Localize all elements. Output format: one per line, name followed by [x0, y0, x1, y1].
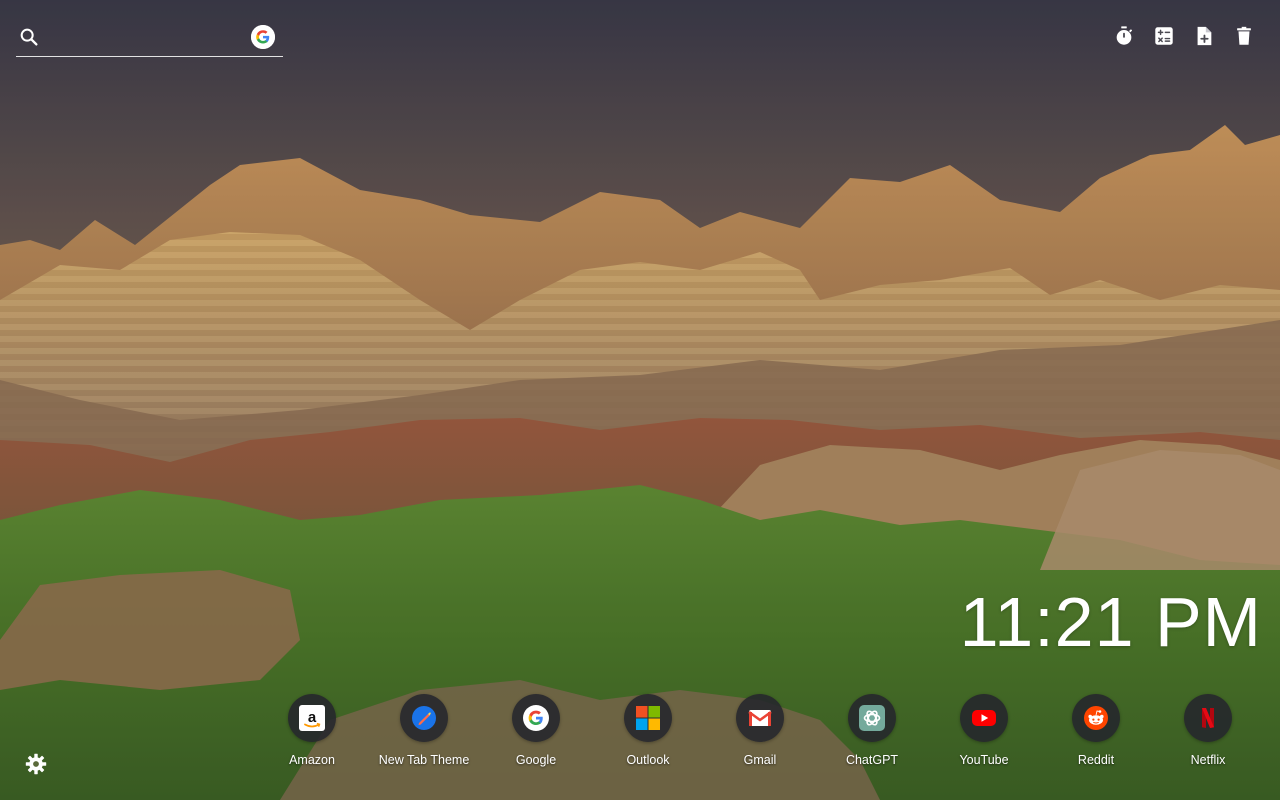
- clock: 11:21 PM: [959, 583, 1262, 661]
- shortcut-label: Google: [515, 753, 557, 767]
- new-tab-theme-icon: [400, 694, 448, 742]
- stopwatch-icon: [1116, 26, 1133, 45]
- google-icon[interactable]: [251, 25, 275, 49]
- shortcut-label: Amazon: [289, 753, 335, 767]
- gear-icon: [25, 753, 47, 775]
- youtube-icon: [960, 694, 1008, 742]
- shortcut-label: Outlook: [626, 753, 670, 767]
- google-icon: [512, 694, 560, 742]
- chatgpt-icon: [848, 694, 896, 742]
- shortcut-amazon[interactable]: a Amazon: [256, 694, 368, 767]
- calculator-button[interactable]: [1152, 24, 1176, 48]
- shortcut-reddit[interactable]: Reddit: [1040, 694, 1152, 767]
- shortcut-outlook[interactable]: Outlook: [592, 694, 704, 767]
- new-note-button[interactable]: [1192, 24, 1216, 48]
- background-landscape-image: [0, 0, 1280, 800]
- shortcut-new-tab-theme[interactable]: New Tab Theme: [368, 694, 480, 767]
- shortcut-label: New Tab Theme: [378, 753, 470, 767]
- search-bar: [16, 20, 283, 57]
- delete-button[interactable]: [1232, 24, 1256, 48]
- shortcut-youtube[interactable]: YouTube: [928, 694, 1040, 767]
- shortcut-label: Reddit: [1077, 753, 1115, 767]
- shortcut-chatgpt[interactable]: ChatGPT: [816, 694, 928, 767]
- trash-icon: [1237, 26, 1251, 45]
- toolbar: [1112, 24, 1256, 48]
- shortcut-label: YouTube: [959, 753, 1009, 767]
- search-icon[interactable]: [18, 26, 40, 48]
- shortcut-label: Gmail: [743, 753, 777, 767]
- search-input[interactable]: [50, 24, 244, 52]
- new-tab-page: 11:21 PM a Amazon New Tab Theme Google O…: [0, 0, 1280, 800]
- shortcut-label: ChatGPT: [845, 753, 899, 767]
- svg-text:a: a: [308, 709, 317, 726]
- shortcuts-dock: a Amazon New Tab Theme Google Outlook Gm…: [256, 694, 1264, 767]
- timer-button[interactable]: [1112, 24, 1136, 48]
- netflix-icon: [1184, 694, 1232, 742]
- microsoft-icon: [624, 694, 672, 742]
- shortcut-gmail[interactable]: Gmail: [704, 694, 816, 767]
- reddit-icon: [1072, 694, 1120, 742]
- shortcut-label: Netflix: [1190, 753, 1226, 767]
- shortcut-netflix[interactable]: Netflix: [1152, 694, 1264, 767]
- shortcut-google[interactable]: Google: [480, 694, 592, 767]
- calculator-icon: [1155, 27, 1173, 45]
- settings-button[interactable]: [24, 752, 48, 776]
- gmail-icon: [736, 694, 784, 742]
- amazon-icon: a: [288, 694, 336, 742]
- note-add-icon: [1197, 26, 1212, 46]
